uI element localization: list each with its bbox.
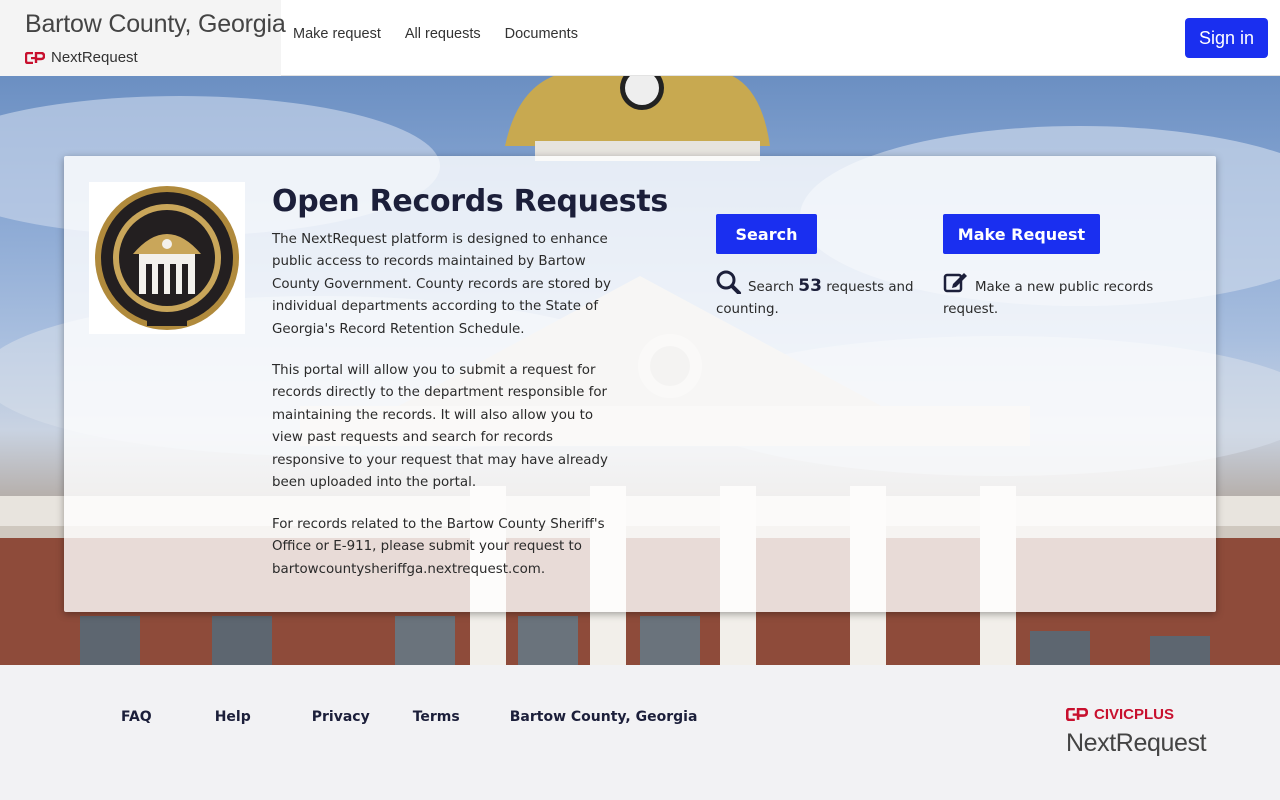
footer-nextrequest-wordmark: NextRequest <box>1066 729 1207 757</box>
footer-link-county[interactable]: Bartow County, Georgia <box>510 709 698 725</box>
search-description: Search 53 requests and counting. <box>716 270 926 322</box>
sign-in-button[interactable]: Sign in <box>1185 18 1268 58</box>
top-header: Bartow County, Georgia NextRequest Make … <box>0 0 1280 76</box>
site-title[interactable]: Bartow County, Georgia <box>25 10 286 39</box>
footer-link-terms[interactable]: Terms <box>413 709 460 725</box>
edit-icon <box>943 273 967 293</box>
nav-make-request[interactable]: Make request <box>293 26 381 42</box>
civicplus-mark-icon <box>1066 708 1088 721</box>
brand-block[interactable]: Bartow County, Georgia NextRequest <box>0 0 286 76</box>
footer-links: FAQ Help Privacy Terms Bartow County, Ge… <box>121 709 697 725</box>
county-seal <box>89 182 245 334</box>
make-request-text: Make a new public records request. <box>943 280 1154 318</box>
make-request-button[interactable]: Make Request <box>943 214 1100 254</box>
main-nav: Make request All requests Documents <box>293 26 578 42</box>
intro-card: Open Records Requests The NextRequest pl… <box>64 156 1216 612</box>
search-icon <box>716 270 741 294</box>
search-text-before: Search <box>748 280 795 295</box>
civicplus-logo[interactable]: CIVICPLUS <box>1066 706 1174 723</box>
intro-paragraph-2: This portal will allow you to submit a r… <box>272 363 608 491</box>
request-count: 53 <box>798 276 822 296</box>
nav-all-requests[interactable]: All requests <box>405 26 481 42</box>
footer-link-faq[interactable]: FAQ <box>121 709 152 725</box>
footer-link-help[interactable]: Help <box>215 709 251 725</box>
civicplus-mark-icon <box>25 51 45 64</box>
hero-section: Open Records Requests The NextRequest pl… <box>0 76 1280 665</box>
intro-paragraph-3: For records related to the Bartow County… <box>272 517 605 577</box>
footer-link-privacy[interactable]: Privacy <box>312 709 370 725</box>
search-button[interactable]: Search <box>716 214 817 254</box>
footer: FAQ Help Privacy Terms Bartow County, Ge… <box>0 665 1280 800</box>
intro-paragraph-1: The NextRequest platform is designed to … <box>272 232 611 337</box>
civicplus-wordmark: CIVICPLUS <box>1094 706 1175 723</box>
product-name: NextRequest <box>51 49 138 66</box>
make-request-description: Make a new public records request. <box>943 270 1173 322</box>
page-title: Open Records Requests <box>272 184 668 219</box>
nav-documents[interactable]: Documents <box>505 26 578 42</box>
nextrequest-logo: NextRequest <box>25 49 138 66</box>
bartow-county-seal-logo <box>95 186 239 330</box>
